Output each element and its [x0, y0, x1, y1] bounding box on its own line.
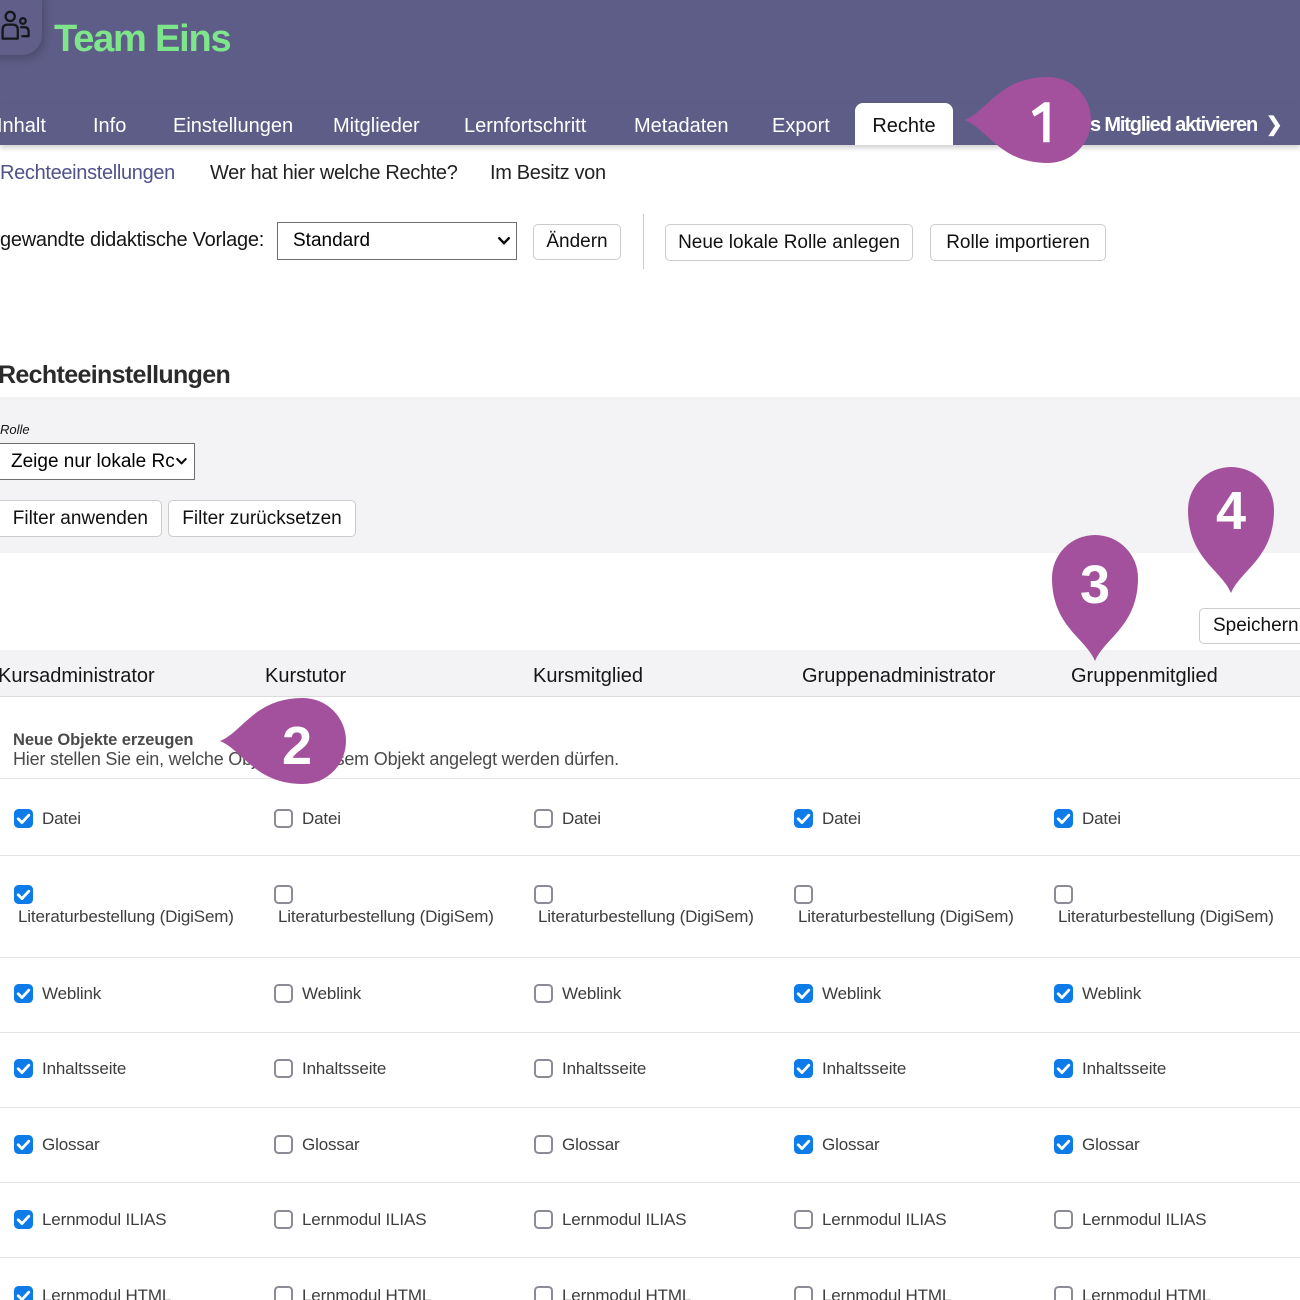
svg-text:4: 4 [1216, 481, 1246, 541]
svg-text:2: 2 [282, 716, 312, 776]
svg-text:3: 3 [1080, 555, 1110, 615]
